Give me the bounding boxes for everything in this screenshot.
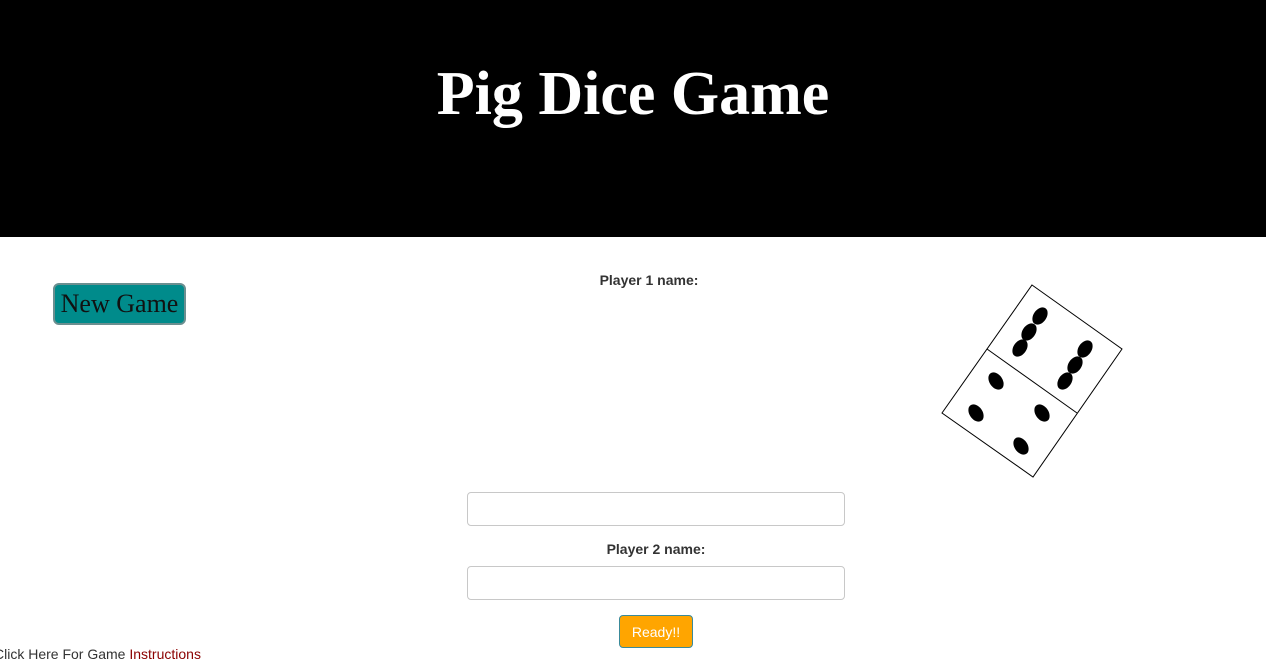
page-header: Pig Dice Game [0, 0, 1266, 237]
instructions-prefix: Click Here For Game [0, 646, 130, 662]
new-game-button[interactable]: New Game [53, 283, 186, 325]
player2-name-input[interactable] [467, 566, 845, 600]
player1-name-input[interactable] [467, 492, 845, 526]
instructions-text: Click Here For Game Instructions [0, 646, 201, 662]
ready-button[interactable]: Ready!! [619, 615, 693, 648]
player2-name-label: Player 2 name: [606, 541, 706, 557]
page-title: Pig Dice Game [436, 60, 830, 128]
dice-icon [941, 284, 1123, 478]
instructions-link[interactable]: Instructions [129, 646, 201, 662]
player1-name-label: Player 1 name: [599, 272, 699, 288]
